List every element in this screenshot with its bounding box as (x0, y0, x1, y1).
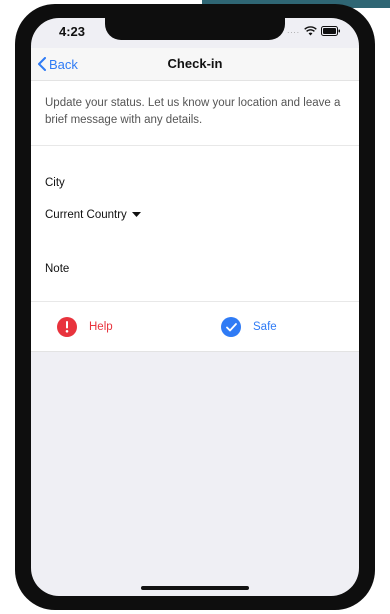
status-time: 4:23 (59, 24, 86, 39)
checkmark-icon (221, 317, 241, 337)
safe-button[interactable]: Safe (221, 317, 277, 337)
city-field[interactable]: City (45, 177, 65, 189)
divider (31, 145, 359, 146)
app-screen: 4:23 .... Back Check-in Update your stat… (31, 18, 359, 596)
country-select[interactable]: Current Country (45, 209, 141, 221)
battery-icon (321, 26, 340, 36)
country-label: Current Country (45, 209, 127, 221)
device-notch (105, 18, 285, 40)
intro-text: Update your status. Let us know your loc… (45, 97, 341, 126)
safe-label: Safe (253, 321, 277, 333)
caret-down-icon (131, 212, 141, 217)
phone-frame: 4:23 .... Back Check-in Update your stat… (15, 4, 375, 610)
check-in-form: Update your status. Let us know your loc… (31, 81, 359, 352)
status-icons: .... (287, 26, 341, 36)
help-button[interactable]: Help (57, 317, 113, 337)
help-label: Help (89, 321, 113, 333)
home-indicator[interactable] (141, 586, 249, 590)
navigation-bar: Back Check-in (31, 48, 359, 81)
wifi-icon (304, 26, 317, 36)
note-field[interactable]: Note (45, 263, 69, 275)
signal-icon: .... (287, 26, 300, 35)
alert-icon (57, 317, 77, 337)
page-title: Check-in (167, 56, 223, 71)
divider (31, 301, 359, 302)
